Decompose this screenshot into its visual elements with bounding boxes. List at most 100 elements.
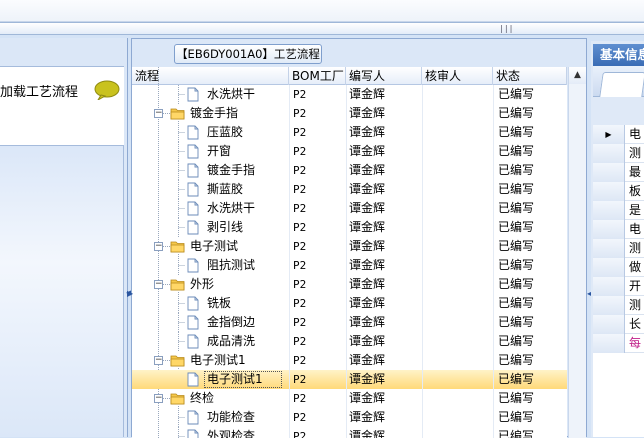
info-row[interactable]: 板 — [593, 182, 644, 201]
process-step-name[interactable]: 撕蓝胶 — [207, 180, 243, 199]
writer-cell: 谭金辉 — [349, 429, 386, 438]
tree-row-folder[interactable]: − 外形 P2 谭金辉 已编写 — [132, 275, 567, 294]
folder-icon — [170, 279, 185, 291]
process-step-name[interactable]: 镀金手指 — [190, 104, 238, 123]
left-panel-body — [0, 146, 124, 437]
basic-info-title[interactable]: 基本信息 — [593, 44, 644, 66]
writer-cell: 谭金辉 — [349, 182, 386, 196]
column-header-2[interactable]: 编写人 — [346, 67, 422, 85]
process-step-name[interactable]: 电子测试 — [190, 237, 238, 256]
info-row[interactable]: 电 — [593, 220, 644, 239]
tree-row[interactable]: 成品清洗 P2 谭金辉 已编写 — [132, 332, 567, 351]
tree-row[interactable]: 镀金手指 P2 谭金辉 已编写 — [132, 161, 567, 180]
column-header-1[interactable]: BOM工厂 — [289, 67, 346, 85]
collapse-toggle-icon[interactable]: − — [154, 356, 163, 365]
tree-row[interactable]: 电子测试1 P2 谭金辉 已编写 — [132, 370, 567, 389]
column-divider — [422, 85, 423, 438]
document-icon — [187, 258, 199, 273]
right-active-tab[interactable] — [599, 72, 644, 97]
tree-row[interactable]: 功能检查 P2 谭金辉 已编写 — [132, 408, 567, 427]
tree-row[interactable]: 水洗烘干 P2 谭金辉 已编写 — [132, 199, 567, 218]
info-row[interactable]: 测 — [593, 296, 644, 315]
info-row[interactable]: 是 — [593, 201, 644, 220]
info-row[interactable]: 开 — [593, 277, 644, 296]
info-row[interactable]: ▶ 电 — [593, 125, 644, 144]
bom-factory-cell: P2 — [293, 145, 307, 158]
process-step-name[interactable]: 镀金手指 — [207, 161, 255, 180]
row-header[interactable] — [593, 163, 625, 182]
row-header[interactable] — [593, 239, 625, 258]
row-header[interactable] — [593, 182, 625, 201]
tree-row-folder[interactable]: − 终检 P2 谭金辉 已编写 — [132, 389, 567, 408]
document-icon — [187, 125, 199, 140]
info-row[interactable]: 最 — [593, 163, 644, 182]
process-step-name[interactable]: 铣板 — [207, 294, 231, 313]
process-step-name[interactable]: 功能检查 — [207, 408, 255, 427]
tree-row-folder[interactable]: − 电子测试1 P2 谭金辉 已编写 — [132, 351, 567, 370]
row-header[interactable] — [593, 258, 625, 277]
column-header-4[interactable]: 状态 — [493, 67, 567, 85]
basic-info-grid[interactable]: ▶ 电测最板是电测做开测长每 — [593, 125, 644, 437]
bom-factory-cell: P2 — [293, 373, 307, 386]
info-field-label: 电 — [629, 127, 642, 141]
collapse-toggle-icon[interactable]: − — [154, 109, 163, 118]
tree-row-folder[interactable]: − 镀金手指 P2 谭金辉 已编写 — [132, 104, 567, 123]
process-step-name[interactable]: 开窗 — [207, 142, 231, 161]
scroll-up-arrow-icon[interactable]: ▲ — [569, 67, 586, 84]
process-step-name[interactable]: 阻抗测试 — [207, 256, 255, 275]
collapse-toggle-icon[interactable]: − — [154, 242, 163, 251]
row-header[interactable] — [593, 296, 625, 315]
tree-row[interactable]: 铣板 P2 谭金辉 已编写 — [132, 294, 567, 313]
tree-row[interactable]: 剥引线 P2 谭金辉 已编写 — [132, 218, 567, 237]
document-icon — [187, 372, 199, 387]
process-step-name[interactable]: 电子测试1 — [190, 351, 246, 370]
chat-bubble-icon[interactable] — [94, 80, 120, 100]
info-row[interactable]: 每 — [593, 334, 644, 353]
tree-row-folder[interactable]: − 电子测试 P2 谭金辉 已编写 — [132, 237, 567, 256]
tree-row[interactable]: 开窗 P2 谭金辉 已编写 — [132, 142, 567, 161]
status-cell: 已编写 — [498, 391, 535, 405]
process-step-name[interactable]: 金指倒边 — [207, 313, 255, 332]
writer-cell: 谭金辉 — [349, 315, 386, 329]
process-step-name[interactable]: 成品清洗 — [207, 332, 255, 351]
status-cell: 已编写 — [498, 87, 535, 101]
process-step-name[interactable]: 剥引线 — [207, 218, 243, 237]
row-header[interactable] — [593, 201, 625, 220]
column-header-3[interactable]: 核审人 — [422, 67, 493, 85]
row-header[interactable] — [593, 315, 625, 334]
column-header-0[interactable]: 流程 — [132, 67, 289, 85]
info-row[interactable]: 测 — [593, 239, 644, 258]
tree-row[interactable]: 外观检查 P2 谭金辉 已编写 — [132, 427, 567, 438]
row-header[interactable] — [593, 277, 625, 296]
splitter-grip-icon[interactable]: ||| — [499, 25, 513, 33]
tree-row[interactable]: 金指倒边 P2 谭金辉 已编写 — [132, 313, 567, 332]
load-process-label[interactable]: 加载工艺流程 — [0, 81, 78, 100]
tree-row[interactable]: 阻抗测试 P2 谭金辉 已编写 — [132, 256, 567, 275]
process-step-name[interactable]: 终检 — [190, 389, 214, 408]
tree-row[interactable]: 撕蓝胶 P2 谭金辉 已编写 — [132, 180, 567, 199]
collapse-toggle-icon[interactable]: − — [154, 394, 163, 403]
row-header[interactable] — [593, 334, 625, 353]
writer-cell: 谭金辉 — [349, 296, 386, 310]
process-step-name[interactable]: 水洗烘干 — [207, 199, 255, 218]
process-step-name[interactable]: 外观检查 — [207, 427, 255, 438]
process-step-name[interactable]: 水洗烘干 — [207, 85, 255, 104]
process-step-name[interactable]: 外形 — [190, 275, 214, 294]
document-icon — [187, 315, 199, 330]
vertical-scrollbar[interactable]: ▲ — [568, 67, 586, 438]
info-row[interactable]: 做 — [593, 258, 644, 277]
collapse-toggle-icon[interactable]: − — [154, 280, 163, 289]
writer-cell: 谭金辉 — [349, 125, 386, 139]
info-row[interactable]: 长 — [593, 315, 644, 334]
row-header[interactable] — [593, 220, 625, 239]
bom-factory-cell: P2 — [293, 259, 307, 272]
focus-rectangle — [204, 371, 282, 388]
row-header[interactable]: ▶ — [593, 125, 625, 144]
splitter-left-arrow-icon[interactable]: ▶ — [127, 289, 133, 298]
row-header[interactable] — [593, 144, 625, 163]
tree-row[interactable]: 水洗烘干 P2 谭金辉 已编写 — [132, 85, 567, 104]
process-tree-grid[interactable]: 流程 BOM工厂 编写人 核审人 状态 水洗烘干 P2 谭金辉 已编写 − 镀金手指 P2 谭金辉 已编… — [132, 67, 567, 438]
info-row[interactable]: 测 — [593, 144, 644, 163]
process-step-name[interactable]: 压蓝胶 — [207, 123, 243, 142]
tree-row[interactable]: 压蓝胶 P2 谭金辉 已编写 — [132, 123, 567, 142]
